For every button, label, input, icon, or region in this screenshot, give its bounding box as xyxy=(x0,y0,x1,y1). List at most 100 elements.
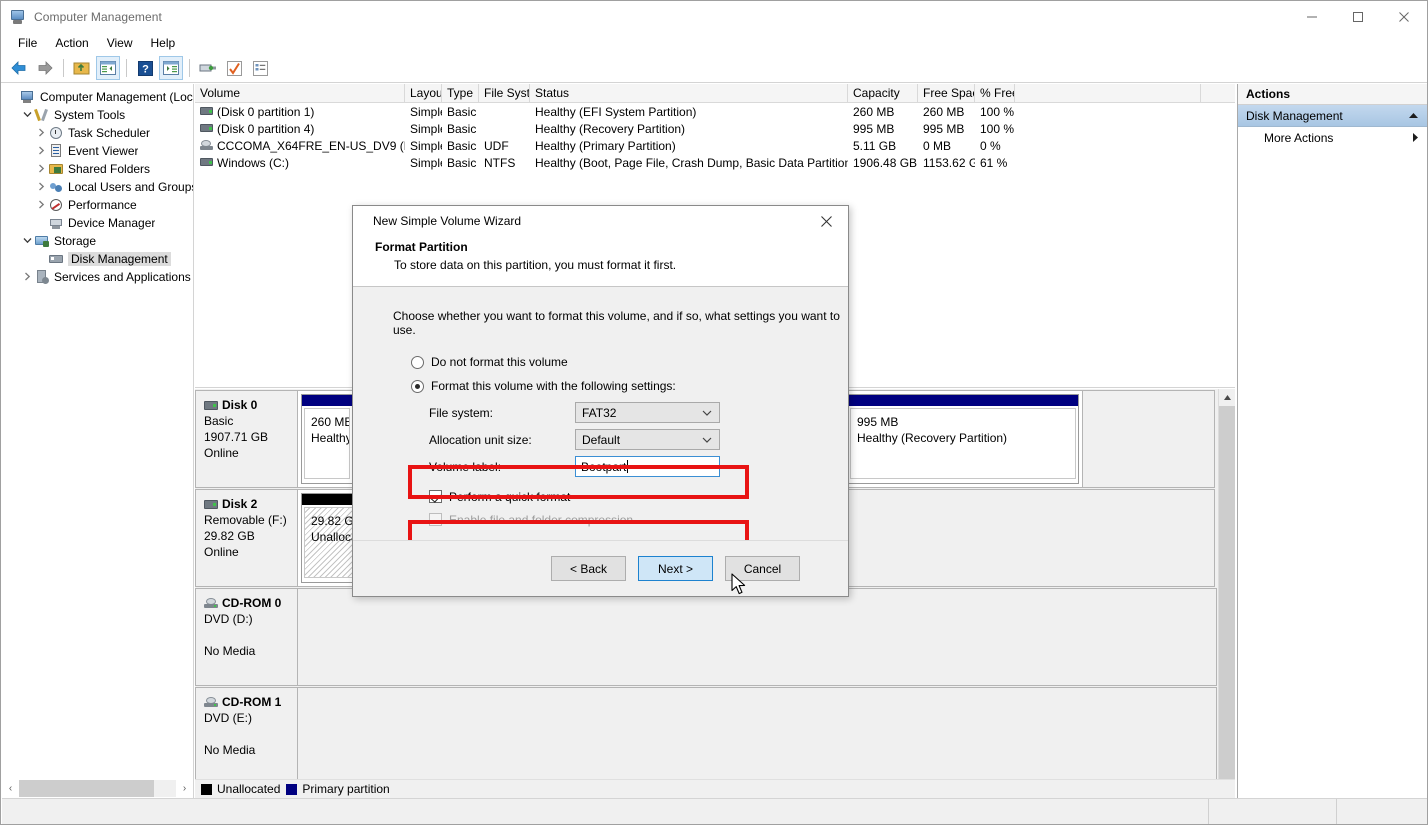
scroll-up-icon[interactable] xyxy=(1219,389,1235,406)
column-header-blank[interactable] xyxy=(1015,84,1201,103)
mouse-cursor xyxy=(731,573,749,597)
column-header-type[interactable]: Type xyxy=(442,84,479,103)
chevron-down-icon[interactable] xyxy=(20,110,34,120)
sidebar-item-device-manager[interactable]: Device Manager xyxy=(2,214,193,232)
file-system-select[interactable]: FAT32 xyxy=(575,402,720,423)
volume-cell-layout: Simple xyxy=(410,104,442,119)
disk-info-panel[interactable]: CD-ROM 0 DVD (D:) No Media xyxy=(195,588,298,686)
volume-row[interactable]: Windows (C:) Simple Basic NTFS Healthy (Boot… xyxy=(195,154,1235,171)
back-button[interactable]: < Back xyxy=(551,556,626,581)
volume-row[interactable]: (Disk 0 partition 4) Simple Basic Healthy (… xyxy=(195,120,1235,137)
chevron-right-icon[interactable] xyxy=(34,128,48,139)
tree-horizontal-scrollbar[interactable]: ‹ › xyxy=(2,779,194,798)
radio-format-volume[interactable]: Format this volume with the following se… xyxy=(353,379,848,393)
forward-icon[interactable] xyxy=(33,56,57,80)
scroll-track[interactable] xyxy=(19,780,176,797)
scroll-right-icon[interactable]: › xyxy=(176,780,193,797)
scroll-thumb[interactable] xyxy=(19,780,154,797)
minimize-button[interactable] xyxy=(1289,1,1335,32)
column-header-status[interactable]: Status xyxy=(530,84,848,103)
dialog-header: Format Partition To store data on this p… xyxy=(353,236,848,287)
scroll-left-icon[interactable]: ‹ xyxy=(2,780,19,797)
disk-state: Online xyxy=(204,446,239,460)
checkbox-quick-format[interactable]: Perform a quick format xyxy=(353,485,848,508)
chevron-right-icon[interactable] xyxy=(34,146,48,157)
dialog-close-button[interactable] xyxy=(804,206,848,236)
maximize-button[interactable] xyxy=(1335,1,1381,32)
radio-button-icon[interactable] xyxy=(411,355,424,369)
sidebar-item-storage[interactable]: Storage xyxy=(2,232,193,250)
volume-label-input[interactable]: Bootpart xyxy=(575,456,720,477)
column-header--free[interactable]: % Free xyxy=(975,84,1015,103)
column-header-free-space[interactable]: Free Space xyxy=(918,84,975,103)
close-button[interactable] xyxy=(1381,1,1427,32)
menu-file[interactable]: File xyxy=(9,34,46,52)
menu-action[interactable]: Action xyxy=(46,34,97,52)
action-more-actions[interactable]: More Actions xyxy=(1238,127,1427,149)
chevron-down-icon[interactable] xyxy=(702,408,712,418)
sidebar-item-shared-folders[interactable]: Shared Folders xyxy=(2,160,193,178)
event-viewer-icon xyxy=(48,143,65,159)
chevron-right-icon[interactable] xyxy=(34,200,48,211)
chevron-down-icon[interactable] xyxy=(702,435,712,445)
radio-do-not-format[interactable]: Do not format this volume xyxy=(353,355,848,369)
export-list-icon[interactable] xyxy=(248,56,272,80)
column-header-file-system[interactable]: File System xyxy=(479,84,530,103)
disk-info-panel[interactable]: Disk 2 Removable (F:) 29.82 GB Online xyxy=(195,489,298,587)
text-caret xyxy=(627,460,629,473)
show-hide-action-pane-icon[interactable] xyxy=(159,56,183,80)
sidebar-item-performance[interactable]: Performance xyxy=(2,196,193,214)
sidebar-item-disk-management[interactable]: Disk Management xyxy=(2,250,193,268)
actions-header-disk-management[interactable]: Disk Management xyxy=(1238,105,1427,127)
radio-button-selected-icon[interactable] xyxy=(411,379,424,393)
volume-row[interactable]: CCCOMA_X64FRE_EN-US_DV9 (H:) Simple Basic U… xyxy=(195,137,1235,154)
checkbox-checked-icon[interactable] xyxy=(429,490,442,503)
chevron-right-icon[interactable] xyxy=(34,164,48,175)
sidebar-item-system-tools[interactable]: System Tools xyxy=(2,106,193,124)
chevron-right-icon[interactable] xyxy=(20,272,34,283)
allocation-unit-select[interactable]: Default xyxy=(575,429,720,450)
volume-cell-capacity: 260 MB xyxy=(853,104,895,119)
partition-body: 995 MB Healthy (Recovery Partition) xyxy=(850,408,1076,479)
column-header-capacity[interactable]: Capacity xyxy=(848,84,918,103)
disk-info-panel[interactable]: CD-ROM 1 DVD (E:) No Media xyxy=(195,687,298,785)
partition-primary[interactable]: 995 MB Healthy (Recovery Partition) xyxy=(847,394,1079,484)
disk-view-vertical-scrollbar[interactable] xyxy=(1218,389,1235,798)
volume-cell-percent_free: 0 % xyxy=(980,138,1001,153)
toolbar-separator xyxy=(189,59,190,77)
sidebar-item-event-viewer[interactable]: Event Viewer xyxy=(2,142,193,160)
back-icon[interactable] xyxy=(7,56,31,80)
quick-format-label: Perform a quick format xyxy=(449,489,571,504)
properties-icon[interactable] xyxy=(196,56,220,80)
disk-type: Removable (F:) xyxy=(204,513,287,527)
menu-help[interactable]: Help xyxy=(142,34,185,52)
disk-name: CD-ROM 1 xyxy=(222,695,282,709)
sidebar-item-label: Disk Management xyxy=(68,252,171,266)
chevron-right-icon[interactable] xyxy=(34,182,48,193)
sidebar-item-computer-management-local[interactable]: Computer Management (Local xyxy=(2,88,193,106)
radio-do-not-format-label: Do not format this volume xyxy=(431,355,568,369)
disk-info-panel[interactable]: Disk 0 Basic 1907.71 GB Online xyxy=(195,390,298,488)
disk-title: CD-ROM 0 xyxy=(204,595,291,611)
disk-scroll-track[interactable] xyxy=(1219,406,1235,781)
volume-cell-layout: Simple xyxy=(410,138,442,153)
show-hide-console-tree-icon[interactable] xyxy=(96,56,120,80)
up-folder-icon[interactable] xyxy=(70,56,94,80)
column-header-layout[interactable]: Layout xyxy=(405,84,442,103)
next-button[interactable]: Next > xyxy=(638,556,713,581)
sidebar-item-task-scheduler[interactable]: Task Scheduler xyxy=(2,124,193,142)
sidebar-item-local-users-and-groups[interactable]: Local Users and Groups xyxy=(2,178,193,196)
chevron-up-icon[interactable] xyxy=(1408,111,1419,121)
chevron-down-icon[interactable] xyxy=(20,236,34,246)
actions-header-label: Disk Management xyxy=(1246,108,1343,123)
menu-view[interactable]: View xyxy=(98,34,142,52)
volume-row[interactable]: (Disk 0 partition 1) Simple Basic Healthy (… xyxy=(195,103,1235,120)
partition-primary[interactable]: 260 MB Healthy xyxy=(301,394,353,484)
refresh-icon[interactable] xyxy=(222,56,246,80)
sidebar-item-services-and-applications[interactable]: Services and Applications xyxy=(2,268,193,286)
help-icon[interactable]: ? xyxy=(133,56,157,80)
column-header-volume[interactable]: Volume xyxy=(195,84,405,103)
services-icon xyxy=(34,269,51,285)
chevron-right-icon[interactable] xyxy=(1412,132,1419,145)
disk-size: 29.82 GB xyxy=(204,529,255,543)
